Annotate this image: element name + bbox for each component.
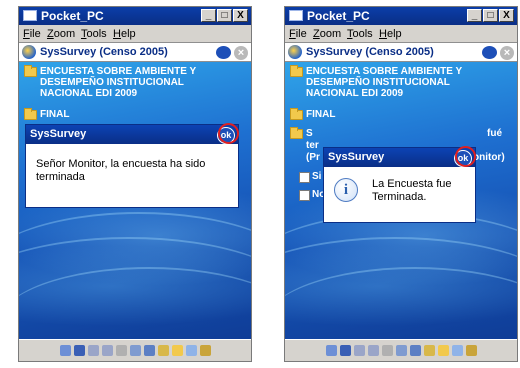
search-icon[interactable] — [451, 345, 463, 356]
tree-icon[interactable] — [129, 345, 141, 356]
check-icon[interactable] — [157, 345, 169, 356]
partial-text: ter — [306, 140, 319, 151]
partial-text: fué — [487, 128, 502, 139]
app-ok-button[interactable] — [482, 46, 497, 59]
window-title: Pocket_PC — [41, 9, 104, 23]
dialog-titlebar: SysSurvey ok — [26, 123, 239, 144]
maximize-button[interactable]: □ — [483, 9, 498, 22]
option-no-checkbox[interactable] — [299, 190, 310, 201]
minimize-button[interactable]: _ — [201, 9, 216, 22]
bottom-toolbar — [285, 339, 517, 361]
close-button[interactable]: X — [499, 9, 514, 22]
tree-node-final[interactable]: FINAL — [306, 109, 335, 120]
tree-root-line: NACIONAL EDI 2009 — [306, 88, 404, 99]
tree-node-final[interactable]: FINAL — [40, 109, 69, 120]
undo-icon[interactable] — [87, 345, 99, 356]
folder-icon — [290, 127, 303, 139]
menu-bar: File Zoom Tools Help — [285, 25, 517, 42]
window-icon — [289, 10, 303, 21]
pocket-pc-screen-1: Pocket_PC _ □ X File Zoom Tools Help Sys… — [18, 6, 252, 362]
home-icon[interactable] — [59, 345, 71, 356]
tools-icon[interactable] — [115, 345, 127, 356]
close-button[interactable]: X — [233, 9, 248, 22]
survey-content-area: ENCUESTA SOBRE AMBIENTE Y DESEMPEÑO INST… — [19, 62, 251, 342]
partial-text: onitor) — [473, 152, 505, 163]
menu-help[interactable]: Help — [379, 28, 402, 40]
network-icon[interactable] — [143, 345, 155, 356]
undo-icon[interactable] — [353, 345, 365, 356]
message-dialog: SysSurvey ok i La Encuesta fue Terminada… — [323, 146, 476, 223]
app-close-icon[interactable]: × — [500, 46, 514, 60]
dialog-message: La Encuesta fue Terminada. — [372, 178, 452, 203]
save-icon[interactable] — [73, 345, 85, 356]
message-dialog: SysSurvey ok Señor Monitor, la encuesta … — [25, 123, 239, 208]
ok-highlight-circle — [455, 146, 476, 167]
save-icon[interactable] — [339, 345, 351, 356]
network-icon[interactable] — [409, 345, 421, 356]
bottom-toolbar — [19, 339, 251, 361]
info-icon: i — [334, 178, 358, 202]
menu-file[interactable]: File — [23, 28, 41, 40]
menu-tools[interactable]: Tools — [347, 28, 373, 40]
dialog-title: SysSurvey — [30, 128, 87, 140]
menu-zoom[interactable]: Zoom — [47, 28, 75, 40]
redo-icon[interactable] — [367, 345, 379, 356]
search-icon[interactable] — [185, 345, 197, 356]
folder-open-icon — [24, 65, 37, 77]
partial-text: S — [306, 128, 313, 139]
menu-tools[interactable]: Tools — [81, 28, 107, 40]
menu-help[interactable]: Help — [113, 28, 136, 40]
edit-icon[interactable] — [199, 345, 211, 356]
survey-content-area: ENCUESTA SOBRE AMBIENTE Y DESEMPEÑO INST… — [285, 62, 517, 342]
tree-root-line: ENCUESTA SOBRE AMBIENTE Y — [40, 66, 197, 77]
tools-icon[interactable] — [381, 345, 393, 356]
tree-root-node[interactable]: ENCUESTA SOBRE AMBIENTE Y DESEMPEÑO INST… — [306, 66, 462, 99]
app-title: SysSurvey (Censo 2005) — [306, 46, 434, 58]
tree-root-line: ENCUESTA SOBRE AMBIENTE Y — [306, 66, 463, 77]
maximize-button[interactable]: □ — [217, 9, 232, 22]
option-si-checkbox[interactable] — [299, 172, 310, 183]
home-icon[interactable] — [325, 345, 337, 356]
app-logo-icon — [22, 45, 36, 59]
dialog-title: SysSurvey — [328, 151, 385, 163]
app-header: SysSurvey (Censo 2005) × — [285, 42, 517, 62]
redo-icon[interactable] — [101, 345, 113, 356]
window-titlebar: Pocket_PC _ □ X — [19, 7, 251, 25]
tree-root-line: DESEMPEÑO INSTITUCIONAL — [40, 77, 184, 88]
check-icon[interactable] — [423, 345, 435, 356]
tree-root-node[interactable]: ENCUESTA SOBRE AMBIENTE Y DESEMPEÑO INST… — [40, 66, 196, 99]
window-title: Pocket_PC — [307, 9, 370, 23]
folder-icon — [24, 108, 37, 120]
folder-icon[interactable] — [171, 345, 183, 356]
menu-bar: File Zoom Tools Help — [19, 25, 251, 42]
ok-highlight-circle — [218, 123, 239, 144]
folder-icon[interactable] — [437, 345, 449, 356]
app-logo-icon — [288, 45, 302, 59]
dialog-message: Señor Monitor, la encuesta ha sido termi… — [36, 158, 206, 183]
folder-icon — [290, 108, 303, 120]
window-icon — [23, 10, 37, 21]
pocket-pc-screen-2: Pocket_PC _ □ X File Zoom Tools Help Sys… — [284, 6, 518, 362]
minimize-button[interactable]: _ — [467, 9, 482, 22]
app-title: SysSurvey (Censo 2005) — [40, 46, 168, 58]
app-ok-button[interactable] — [216, 46, 231, 59]
partial-text: (Pr — [306, 152, 320, 163]
menu-zoom[interactable]: Zoom — [313, 28, 341, 40]
tree-root-line: DESEMPEÑO INSTITUCIONAL — [306, 77, 450, 88]
app-close-icon[interactable]: × — [234, 46, 248, 60]
option-si-label: Si — [312, 171, 322, 182]
edit-icon[interactable] — [465, 345, 477, 356]
dialog-titlebar: SysSurvey ok — [324, 146, 476, 167]
window-titlebar: Pocket_PC _ □ X — [285, 7, 517, 25]
tree-icon[interactable] — [395, 345, 407, 356]
menu-file[interactable]: File — [289, 28, 307, 40]
app-header: SysSurvey (Censo 2005) × — [19, 42, 251, 62]
tree-root-line: NACIONAL EDI 2009 — [40, 88, 138, 99]
folder-open-icon — [290, 65, 303, 77]
